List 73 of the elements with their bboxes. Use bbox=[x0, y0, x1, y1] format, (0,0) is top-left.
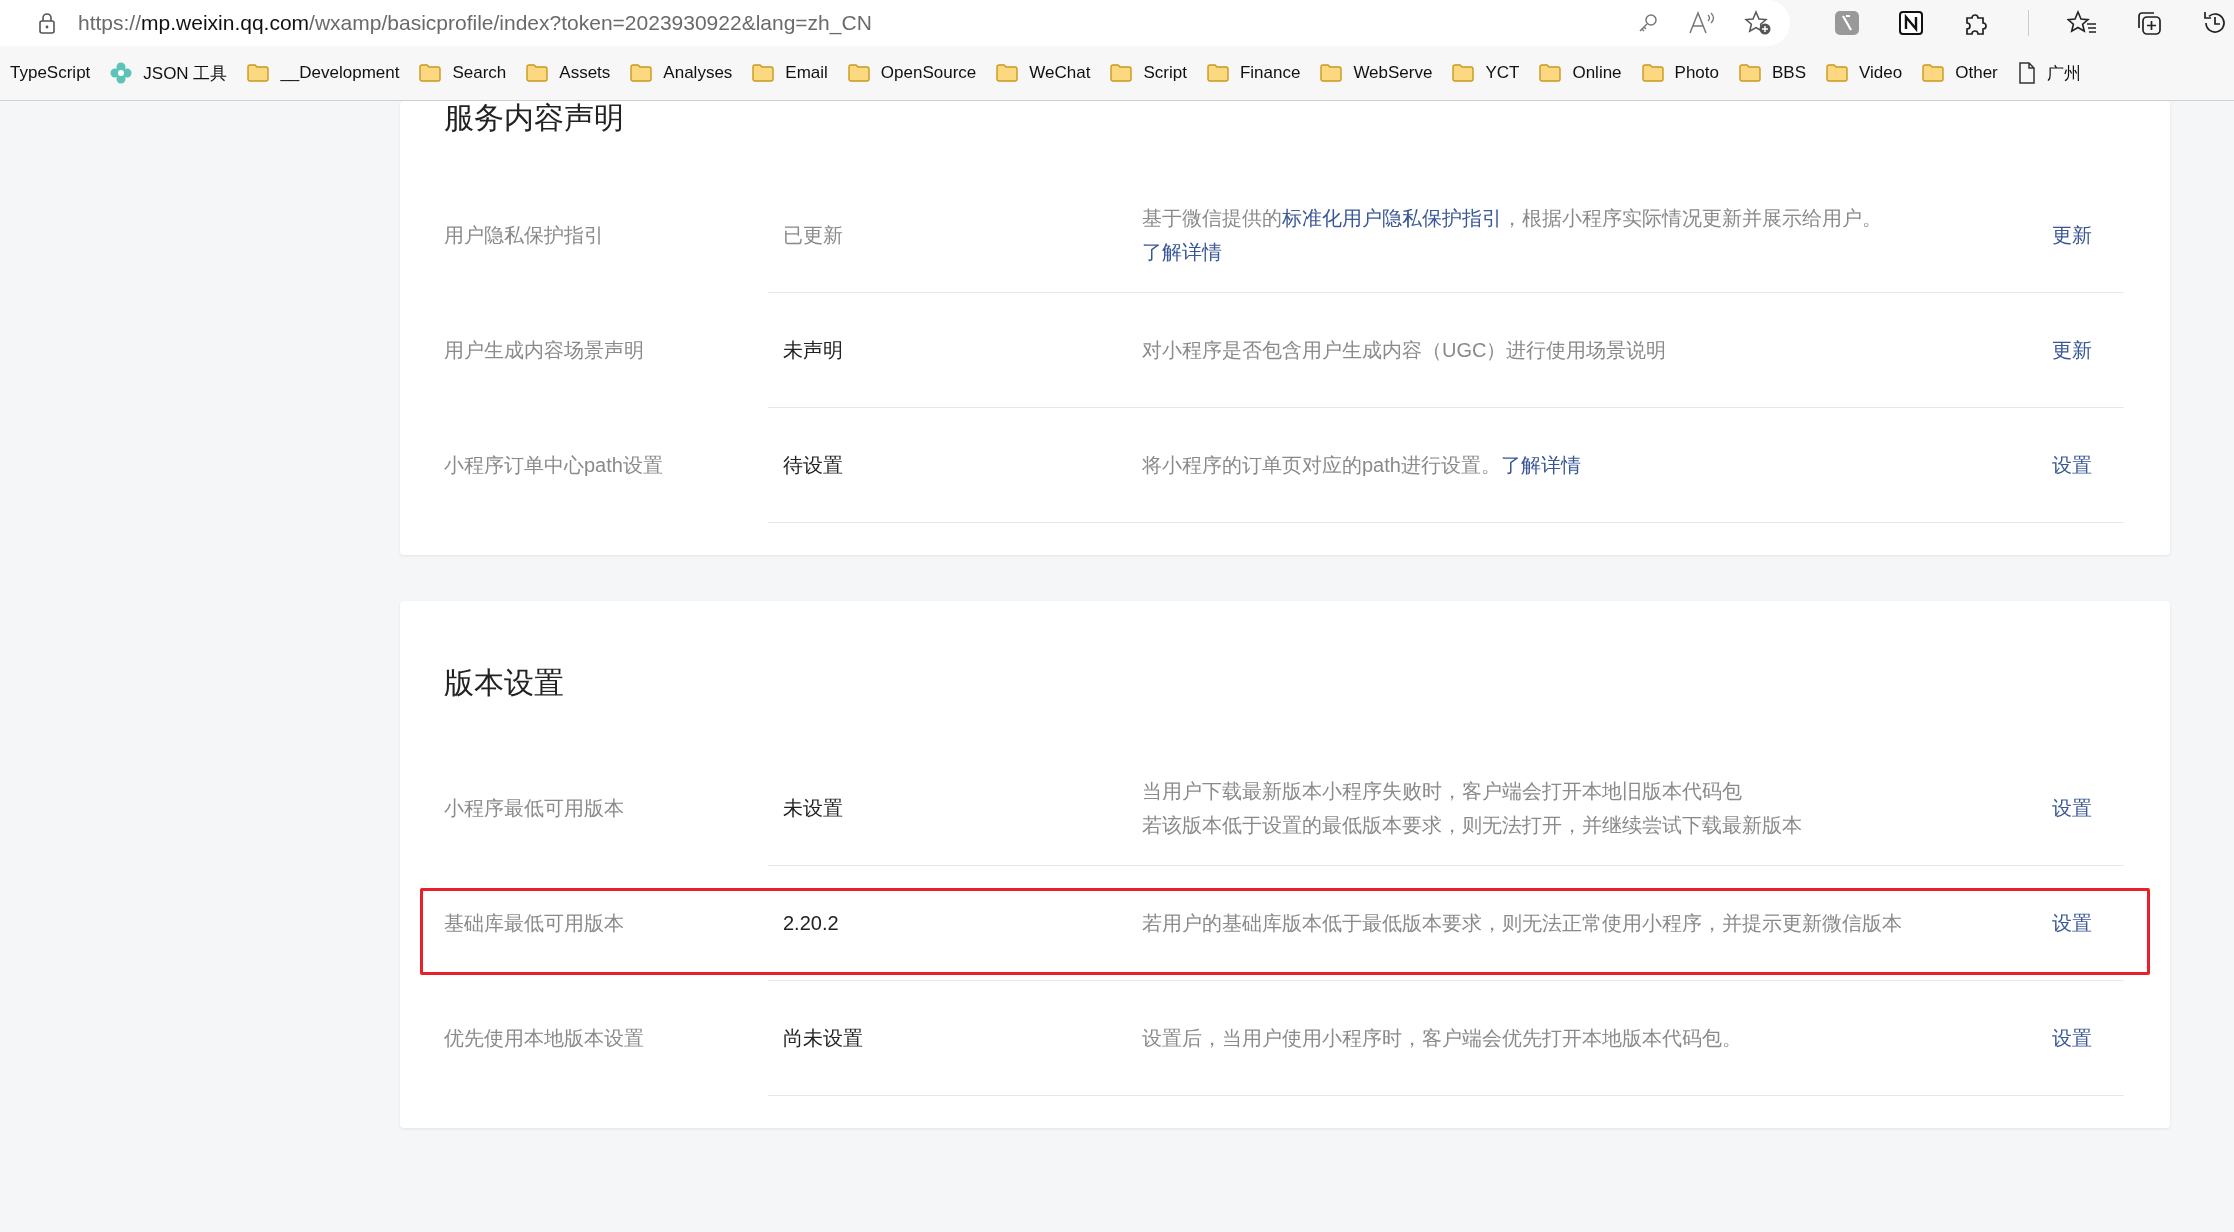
setting-description: 当用户下载最新版本小程序失败时，客户端会打开本地旧版本代码包 若该版本低于设置的最低版本要求，则无法打开，并继续尝试下载最新版本 bbox=[1142, 779, 1803, 838]
collections-icon[interactable] bbox=[2135, 9, 2163, 37]
folder-icon bbox=[526, 64, 549, 82]
setting-description: 对小程序是否包含用户生成内容（UGC）进行使用场景说明 bbox=[1142, 338, 1668, 363]
bookmark[interactable]: WeChat bbox=[986, 63, 1101, 83]
extension-icon[interactable] bbox=[1834, 10, 1860, 36]
folder-icon bbox=[996, 64, 1019, 82]
favorites-icon[interactable] bbox=[2067, 10, 2097, 36]
setting-label: 用户生成内容场景声明 bbox=[444, 338, 645, 363]
folder-icon bbox=[1206, 64, 1229, 82]
read-aloud-icon[interactable] bbox=[1688, 11, 1716, 35]
bookmark[interactable]: BBS bbox=[1729, 63, 1817, 83]
action-link[interactable]: 设置 bbox=[2052, 909, 2092, 937]
folder-icon bbox=[1641, 64, 1664, 82]
notion-icon[interactable] bbox=[1898, 10, 1924, 36]
folder-icon bbox=[247, 64, 270, 82]
action-link[interactable]: 设置 bbox=[2052, 451, 2092, 479]
folder-icon bbox=[752, 64, 775, 82]
folder-icon bbox=[1826, 64, 1849, 82]
setting-status: 待设置 bbox=[782, 452, 844, 478]
bookmark[interactable]: TypeScript bbox=[10, 63, 101, 83]
bookmark[interactable]: Other bbox=[1912, 63, 2008, 83]
bookmark[interactable]: OpenSource bbox=[837, 63, 987, 83]
bookmark[interactable]: Search bbox=[409, 63, 517, 83]
bookmark[interactable]: Email bbox=[742, 63, 838, 83]
detail-link[interactable]: 了解详情 bbox=[1500, 454, 1581, 476]
folder-icon bbox=[419, 64, 442, 82]
folder-icon bbox=[1739, 64, 1761, 82]
bookmark[interactable]: __Development bbox=[237, 63, 410, 83]
detail-link[interactable]: 了解详情 bbox=[1142, 241, 1222, 263]
bookmark[interactable]: YCT bbox=[1442, 63, 1530, 83]
folder-icon bbox=[847, 64, 870, 82]
setting-description: 基于微信提供的标准化用户隐私保护指引，根据小程序实际情况更新并展示给用户。 了解详情 bbox=[1142, 206, 1883, 265]
setting-label: 小程序最低可用版本 bbox=[444, 796, 625, 821]
setting-label: 用户隐私保护指引 bbox=[444, 223, 605, 248]
folder-icon bbox=[1452, 64, 1475, 82]
folder-icon bbox=[630, 64, 653, 82]
action-link[interactable]: 设置 bbox=[2052, 794, 2092, 822]
bookmark[interactable]: 广州 bbox=[2007, 61, 2091, 85]
lock-icon bbox=[38, 12, 56, 34]
action-link[interactable]: 设置 bbox=[2052, 1024, 2092, 1052]
bookmark[interactable]: Finance bbox=[1196, 63, 1311, 83]
setting-status: 尚未设置 bbox=[782, 1025, 864, 1051]
section-title: 服务内容声明 bbox=[444, 103, 625, 136]
detail-link[interactable]: 标准化用户隐私保护指引 bbox=[1282, 207, 1502, 229]
setting-description: 设置后，当用户使用小程序时，客户端会优先打开本地版本代码包。 bbox=[1142, 1026, 1743, 1051]
setting-label: 基础库最低可用版本 bbox=[444, 911, 625, 936]
bookmark[interactable]: Assets bbox=[516, 63, 621, 83]
bookmark[interactable]: Photo bbox=[1631, 63, 1729, 83]
setting-status: 2.20.2 bbox=[782, 911, 840, 935]
folder-icon bbox=[1320, 64, 1343, 82]
setting-status: 已更新 bbox=[782, 222, 844, 248]
setting-label: 小程序订单中心path设置 bbox=[444, 453, 664, 478]
folder-icon bbox=[1922, 64, 1945, 82]
setting-status: 未设置 bbox=[782, 795, 844, 821]
folder-icon bbox=[1539, 64, 1562, 82]
bookmark[interactable]: Online bbox=[1529, 63, 1632, 83]
setting-description: 将小程序的订单页对应的path进行设置。了解详情 bbox=[1142, 453, 1582, 478]
bookmark[interactable]: Video bbox=[1816, 63, 1913, 83]
folder-icon bbox=[1110, 64, 1133, 82]
flower-icon bbox=[110, 62, 133, 84]
section-title: 版本设置 bbox=[444, 665, 565, 701]
page-icon bbox=[2017, 62, 2036, 84]
bookmark[interactable]: WebServe bbox=[1310, 63, 1443, 83]
bookmark[interactable]: JSON 工具 bbox=[100, 61, 238, 85]
action-link[interactable]: 更新 bbox=[2052, 336, 2092, 364]
action-link[interactable]: 更新 bbox=[2052, 221, 2092, 249]
add-favorite-icon[interactable] bbox=[1744, 10, 1772, 36]
bookmark[interactable]: Script bbox=[1100, 63, 1197, 83]
setting-label: 优先使用本地版本设置 bbox=[444, 1026, 645, 1051]
bookmark[interactable]: Analyses bbox=[620, 63, 743, 83]
setting-description: 若用户的基础库版本低于最低版本要求，则无法正常使用小程序，并提示更新微信版本 bbox=[1142, 911, 1902, 936]
setting-status: 未声明 bbox=[782, 337, 844, 363]
